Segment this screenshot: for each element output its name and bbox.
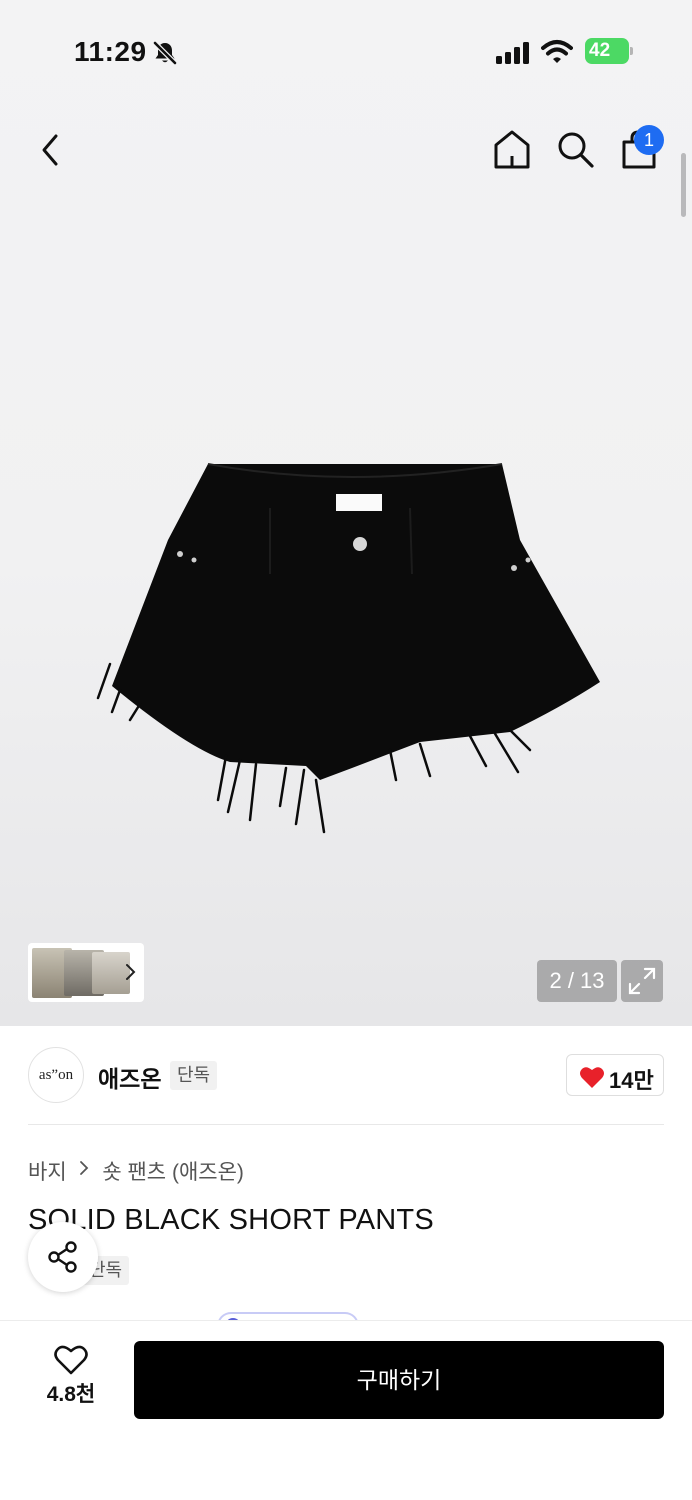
expand-icon [628, 967, 656, 995]
product-photo[interactable] [90, 450, 610, 850]
chevron-right-icon [124, 961, 138, 988]
scrollbar[interactable] [681, 153, 686, 217]
battery-icon: 42 [585, 38, 633, 64]
like-count: 14만 [609, 1068, 654, 1093]
wishlist-count: 4.8천 [46, 1383, 96, 1406]
share-icon [48, 1241, 77, 1273]
exclusive-badge: 단독 [170, 1061, 218, 1090]
expand-button[interactable] [621, 960, 663, 1002]
wifi-icon [541, 39, 573, 70]
cart-count-badge: 1 [634, 125, 664, 155]
wishlist-button[interactable]: 4.8천 [38, 1344, 104, 1414]
brand-logo[interactable]: as”on [28, 1047, 84, 1103]
bell-muted-icon [152, 40, 178, 71]
battery-level: 42 [585, 38, 629, 64]
product-title: SOLID BLACK SHORT PANTS [28, 1204, 434, 1236]
heart-filled-icon [579, 1065, 605, 1094]
brand-name[interactable]: 애즈온 [98, 1060, 161, 1094]
status-bar: 11:29 42 [0, 30, 692, 74]
status-time: 11:29 [74, 36, 147, 67]
cellular-signal-icon [496, 42, 532, 69]
breadcrumb-category[interactable]: 바지 [28, 1156, 67, 1186]
breadcrumb-subcategory[interactable]: 숏 팬츠 (애즈온) [102, 1156, 244, 1186]
heart-outline-icon [54, 1345, 88, 1375]
divider [28, 1124, 664, 1125]
search-button[interactable] [556, 130, 596, 175]
home-button[interactable] [492, 128, 532, 175]
image-counter: 2 / 13 [537, 960, 617, 1002]
back-button[interactable] [34, 130, 68, 170]
buy-button[interactable]: 구매하기 [134, 1341, 664, 1419]
brand-like-button[interactable]: 14만 [566, 1054, 664, 1096]
breadcrumb: 바지 숏 팬츠 (애즈온) [28, 1156, 244, 1186]
share-button[interactable] [28, 1222, 98, 1292]
thumbnail-strip[interactable] [28, 943, 144, 1002]
chevron-right-icon [78, 1159, 90, 1183]
product-image-gallery[interactable]: 11:29 42 1 2 / 13 [0, 0, 692, 1026]
